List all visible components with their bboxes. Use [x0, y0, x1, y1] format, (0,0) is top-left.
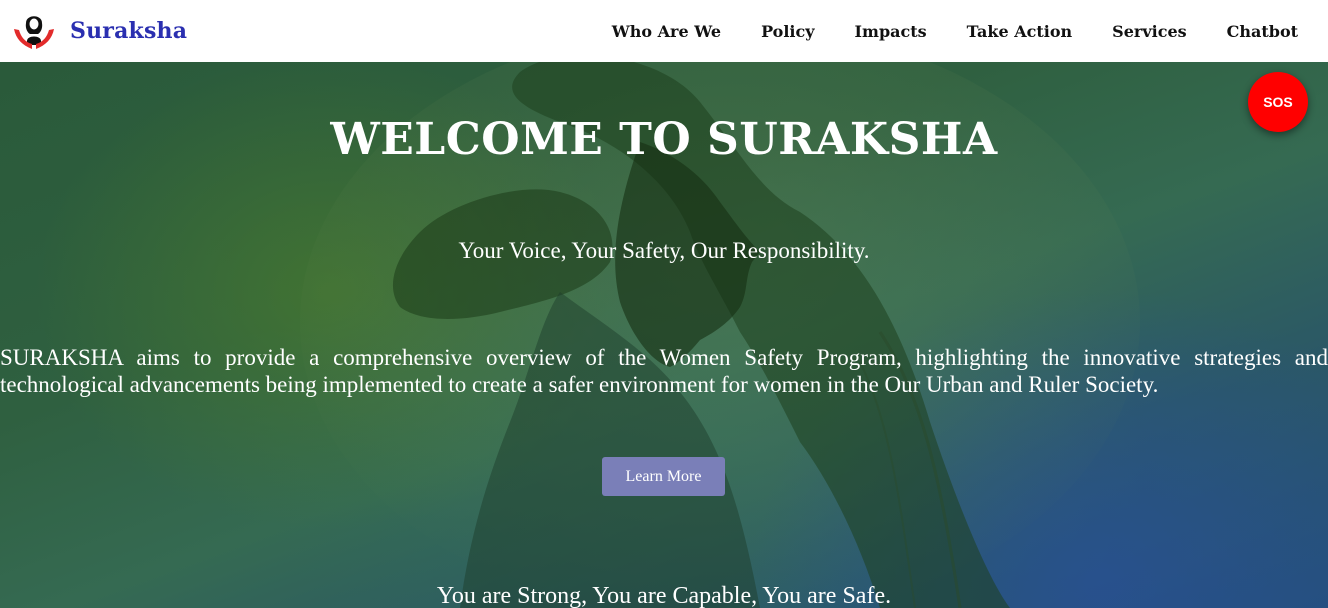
nav-take-action[interactable]: Take Action — [967, 22, 1073, 41]
site-header: Suraksha Who Are We Policy Impacts Take … — [0, 0, 1328, 62]
nav-chatbot[interactable]: Chatbot — [1227, 22, 1298, 41]
hero-motto: You are Strong, You are Capable, You are… — [436, 583, 892, 608]
hero-tagline: Your Voice, Your Safety, Our Responsibil… — [458, 238, 870, 263]
brand-home-link[interactable]: Suraksha — [12, 9, 187, 53]
hero-section: WELCOME TO SURAKSHA Your Voice, Your Saf… — [0, 62, 1328, 608]
hero-content: WELCOME TO SURAKSHA Your Voice, Your Saf… — [0, 62, 1328, 608]
nav-policy[interactable]: Policy — [761, 22, 814, 41]
learn-more-button[interactable]: Learn More — [602, 457, 725, 496]
hero-description: SURAKSHA aims to provide a comprehensive… — [0, 345, 1328, 397]
hero-title: WELCOME TO SURAKSHA — [330, 114, 998, 165]
nav-impacts[interactable]: Impacts — [855, 22, 927, 41]
nav-who-are-we[interactable]: Who Are We — [612, 22, 721, 41]
brand-name: Suraksha — [70, 18, 188, 44]
nav-services[interactable]: Services — [1112, 22, 1186, 41]
main-nav: Who Are We Policy Impacts Take Action Se… — [612, 22, 1316, 41]
sos-button[interactable]: SOS — [1248, 72, 1308, 132]
woman-hands-logo-icon — [14, 16, 54, 49]
